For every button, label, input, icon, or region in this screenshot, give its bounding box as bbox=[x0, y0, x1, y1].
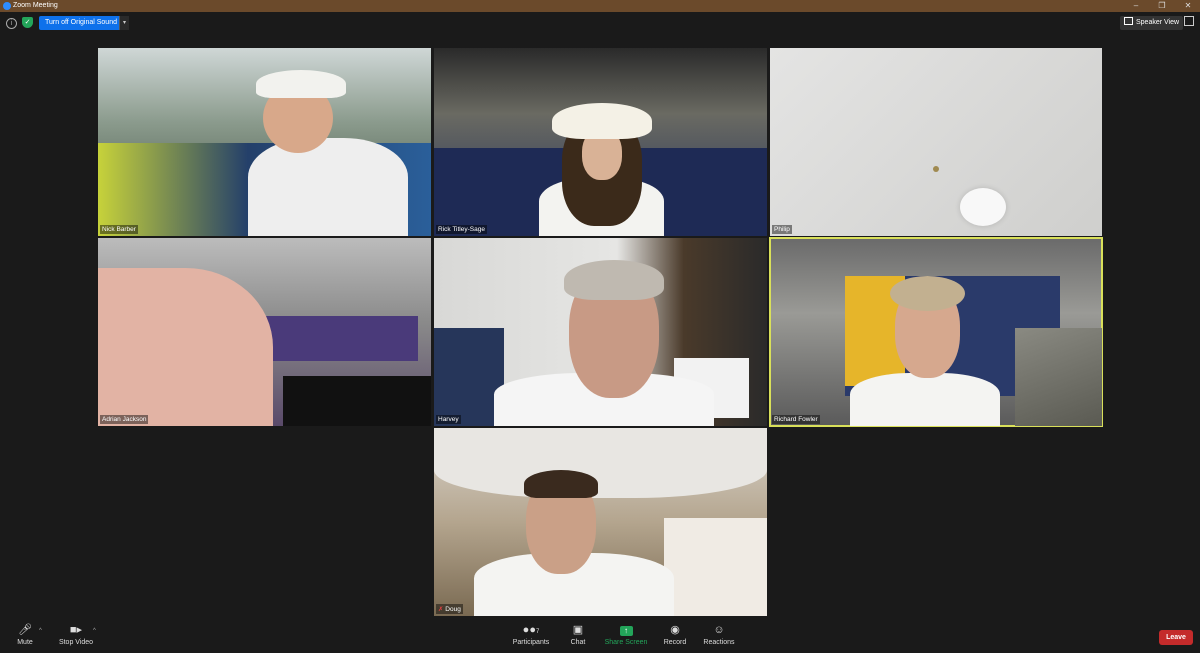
video-tile-active-speaker[interactable]: Richard Fowler bbox=[769, 237, 1103, 427]
reactions-button[interactable]: ☺ Reactions bbox=[694, 624, 744, 646]
chat-button[interactable]: ▣ Chat bbox=[553, 624, 603, 646]
fullscreen-icon[interactable] bbox=[1184, 16, 1194, 26]
speaker-view-button[interactable]: Speaker View bbox=[1120, 16, 1184, 30]
participant-name: Adrian Jackson bbox=[100, 415, 149, 424]
stop-video-button[interactable]: ■▸ Stop Video ^ bbox=[51, 624, 101, 646]
share-screen-label: Share Screen bbox=[604, 639, 648, 646]
record-button[interactable]: ◉ Record bbox=[650, 624, 700, 646]
participants-label: Participants bbox=[512, 639, 550, 646]
participant-name: Philip bbox=[772, 225, 792, 234]
participants-button[interactable]: ●●7 Participants bbox=[506, 624, 556, 646]
participant-name: Rick Titley-Sage bbox=[436, 225, 487, 234]
participant-name: Doug bbox=[445, 606, 461, 613]
restore-icon[interactable]: ❐ bbox=[1150, 0, 1174, 12]
original-sound-button[interactable]: Turn off Original Sound bbox=[39, 16, 123, 30]
video-tile[interactable]: Rick Titley-Sage bbox=[434, 48, 767, 236]
close-icon[interactable]: ✕ bbox=[1176, 0, 1200, 12]
share-screen-icon: ↑ bbox=[601, 624, 651, 636]
participant-name-muted: ✗ Doug bbox=[436, 604, 463, 614]
stop-video-label: Stop Video bbox=[58, 639, 94, 646]
microphone-muted-icon: ✗ bbox=[438, 606, 444, 613]
participant-name: Harvey bbox=[436, 415, 461, 424]
minimize-icon[interactable]: – bbox=[1124, 0, 1148, 12]
video-tile[interactable]: ✗ Doug bbox=[434, 428, 767, 616]
video-tile[interactable]: Philip bbox=[770, 48, 1102, 236]
record-label: Record bbox=[663, 639, 687, 646]
leave-button[interactable]: Leave bbox=[1159, 630, 1193, 645]
audio-options-chevron-icon[interactable]: ^ bbox=[39, 628, 42, 634]
view-grid-icon bbox=[1124, 17, 1133, 25]
video-tile[interactable]: Adrian Jackson bbox=[98, 238, 431, 426]
chat-label: Chat bbox=[570, 639, 586, 646]
participant-name: Richard Fowler bbox=[772, 415, 820, 424]
zoom-logo-icon bbox=[3, 2, 11, 10]
share-screen-button[interactable]: ↑ Share Screen bbox=[601, 624, 651, 646]
meeting-top-bar: i ✓ Turn off Original Sound ▾ Speaker Vi… bbox=[0, 12, 1200, 34]
smiley-icon: ☺ bbox=[713, 624, 725, 636]
window-title: Zoom Meeting bbox=[13, 2, 58, 9]
video-tile[interactable]: Harvey bbox=[434, 238, 767, 426]
reactions-label: Reactions bbox=[703, 639, 735, 646]
speaker-view-label: Speaker View bbox=[1136, 19, 1180, 26]
record-icon: ◉ bbox=[670, 624, 680, 636]
title-bar: Zoom Meeting – ❐ ✕ bbox=[0, 0, 1200, 12]
participants-icon: ●●7 bbox=[522, 624, 540, 636]
meeting-controls-bar: 🎤︎ Mute ^ ■▸ Stop Video ^ ●●7 Participan… bbox=[0, 620, 1200, 653]
encryption-shield-icon[interactable]: ✓ bbox=[22, 17, 33, 28]
original-sound-dropdown-icon[interactable]: ▾ bbox=[119, 16, 129, 30]
mute-label: Mute bbox=[17, 639, 33, 646]
participants-count: 7 bbox=[535, 629, 540, 635]
video-tile[interactable]: Nick Barber bbox=[98, 48, 431, 236]
chat-bubble-icon: ▣ bbox=[572, 624, 584, 636]
participant-name: Nick Barber bbox=[100, 225, 138, 234]
video-options-chevron-icon[interactable]: ^ bbox=[93, 628, 96, 634]
meeting-info-icon[interactable]: i bbox=[6, 18, 17, 29]
mute-button[interactable]: 🎤︎ Mute ^ bbox=[0, 624, 50, 646]
microphone-icon: 🎤︎ bbox=[18, 624, 32, 636]
